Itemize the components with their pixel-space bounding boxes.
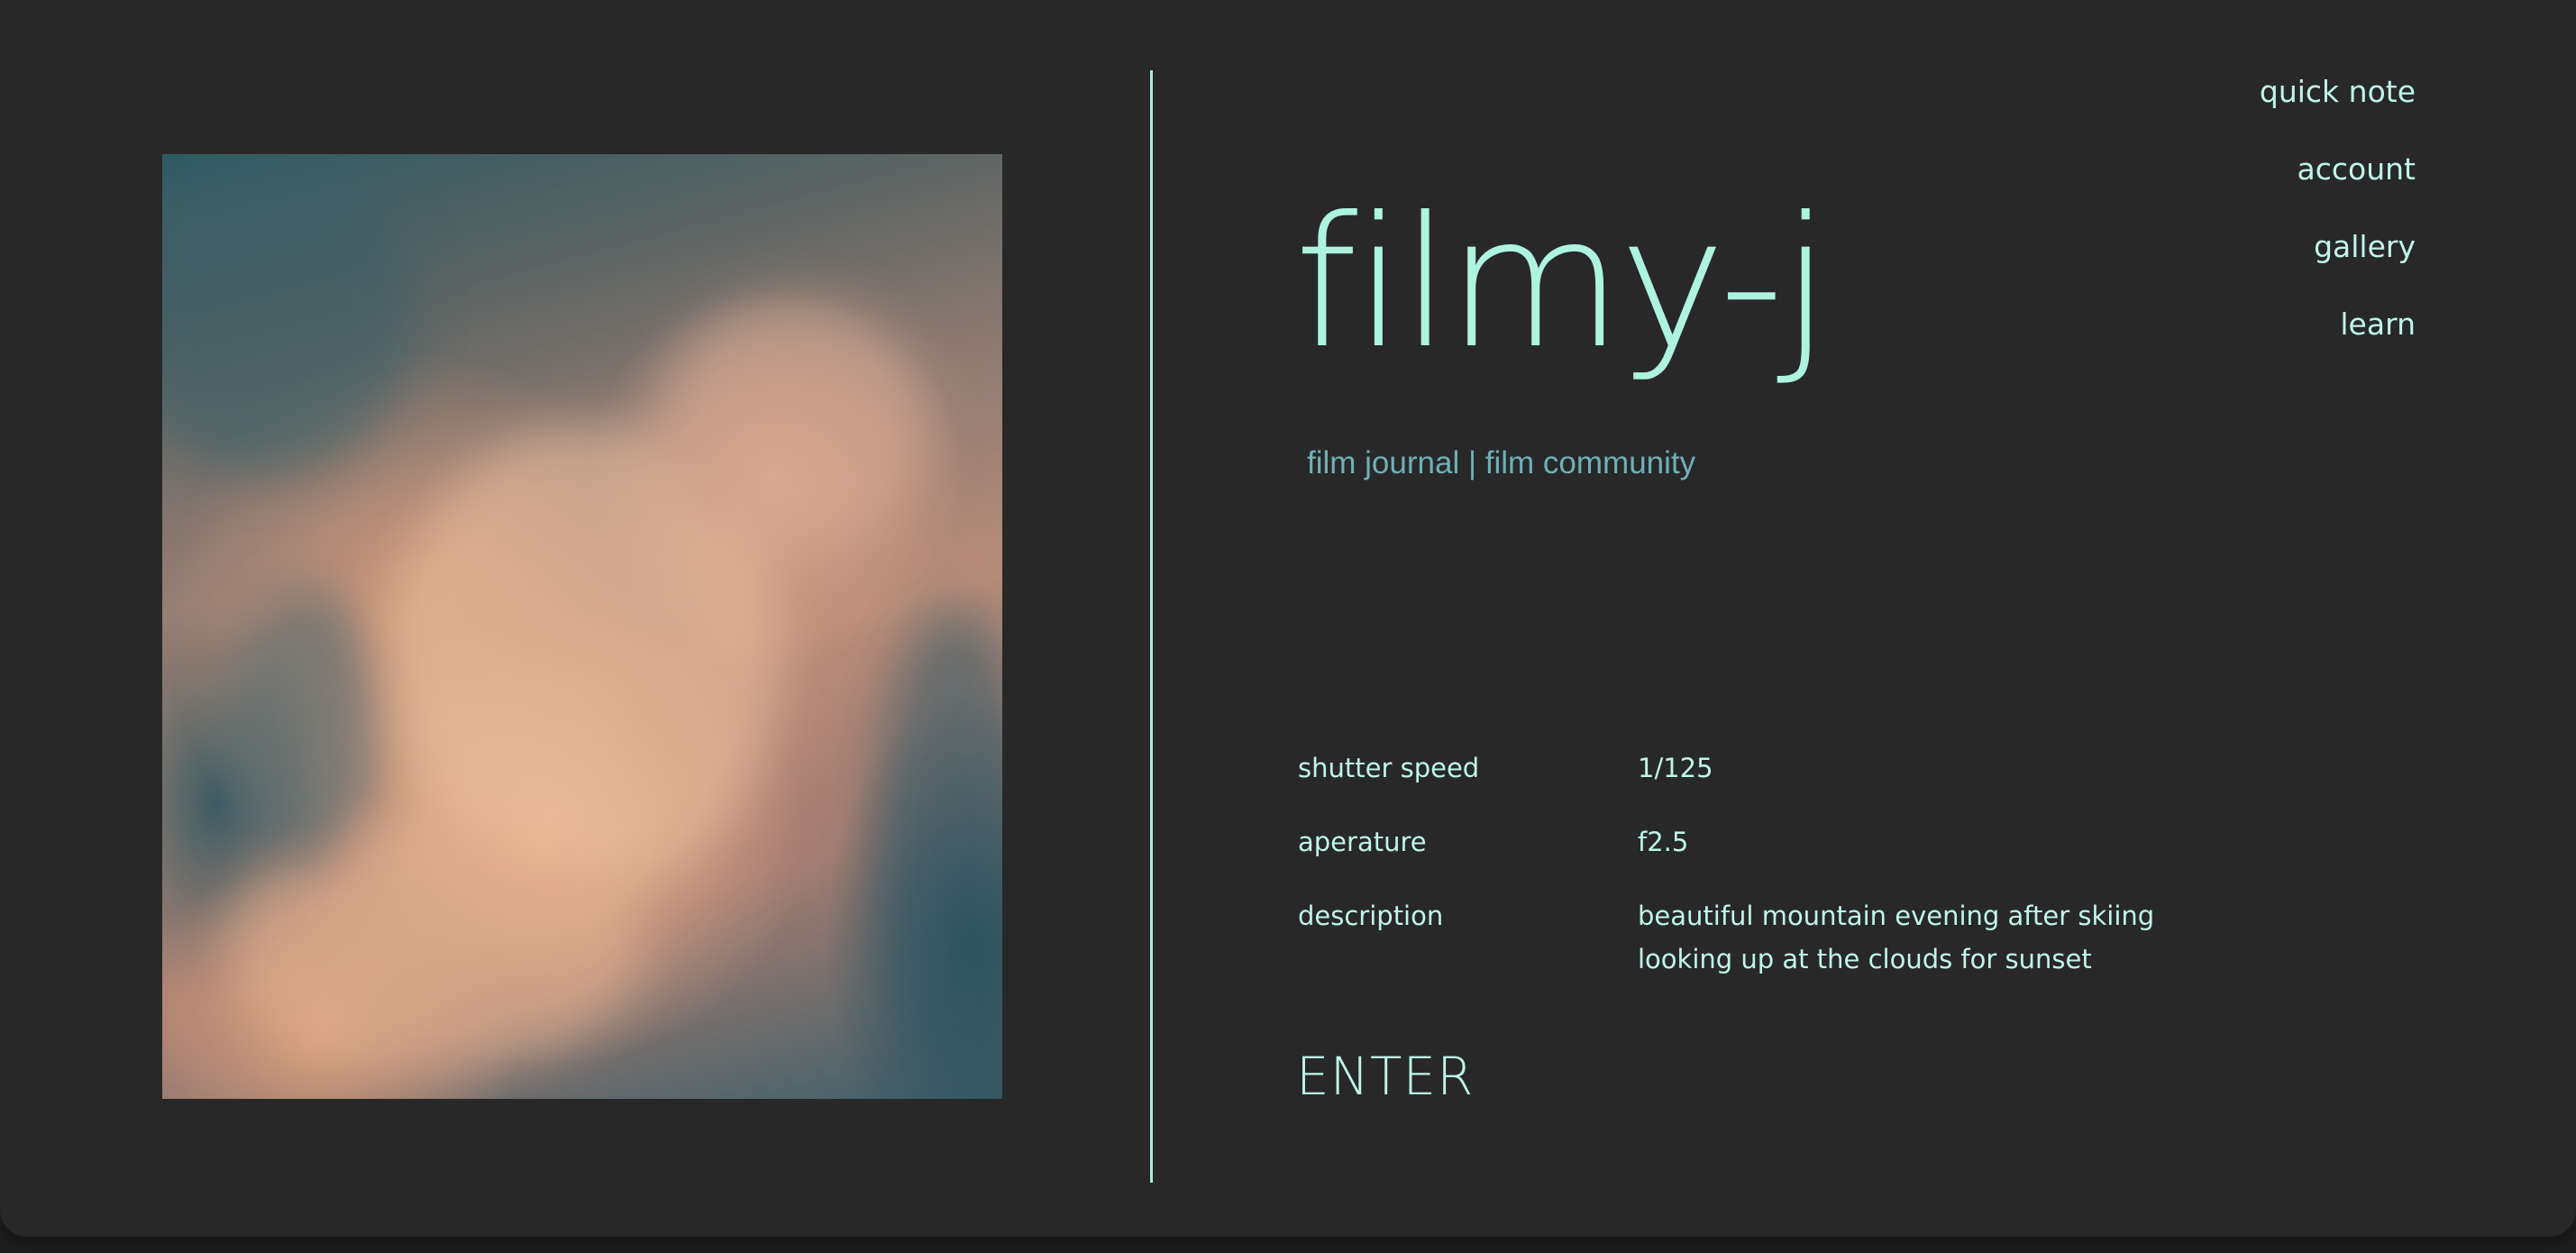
nav-gallery[interactable]: gallery [2314, 227, 2416, 266]
shutter-speed-value: 1/125 [1638, 753, 1713, 783]
top-nav: quick note account gallery learn [2260, 72, 2416, 343]
photo-details: shutter speed 1/125 aperature f2.5 descr… [1298, 746, 2179, 981]
aperture-value: f2.5 [1638, 827, 1689, 857]
featured-photo [162, 154, 1002, 1099]
description-line: beautiful mountain evening after skiing [1638, 901, 2155, 931]
shutter-speed-label: shutter speed [1298, 753, 1480, 783]
enter-button[interactable]: ENTER [1296, 1046, 1474, 1107]
description-line: looking up at the clouds for sunset [1638, 944, 2092, 974]
aperture-label: aperature [1298, 827, 1427, 857]
description-label: description [1298, 901, 1444, 931]
vertical-divider [1150, 70, 1153, 1183]
landing-page: filmy-j film journal | film community qu… [0, 0, 2576, 1237]
nav-account[interactable]: account [2297, 150, 2416, 188]
nav-learn[interactable]: learn [2340, 305, 2416, 343]
nav-quick-note[interactable]: quick note [2260, 72, 2416, 111]
cloud-texture [162, 154, 1002, 1074]
brand-subtitle: film journal | film community [1307, 445, 1696, 480]
description-value: beautiful mountain evening after skiing … [1638, 894, 2179, 981]
brand-title: filmy-j [1294, 178, 1831, 389]
